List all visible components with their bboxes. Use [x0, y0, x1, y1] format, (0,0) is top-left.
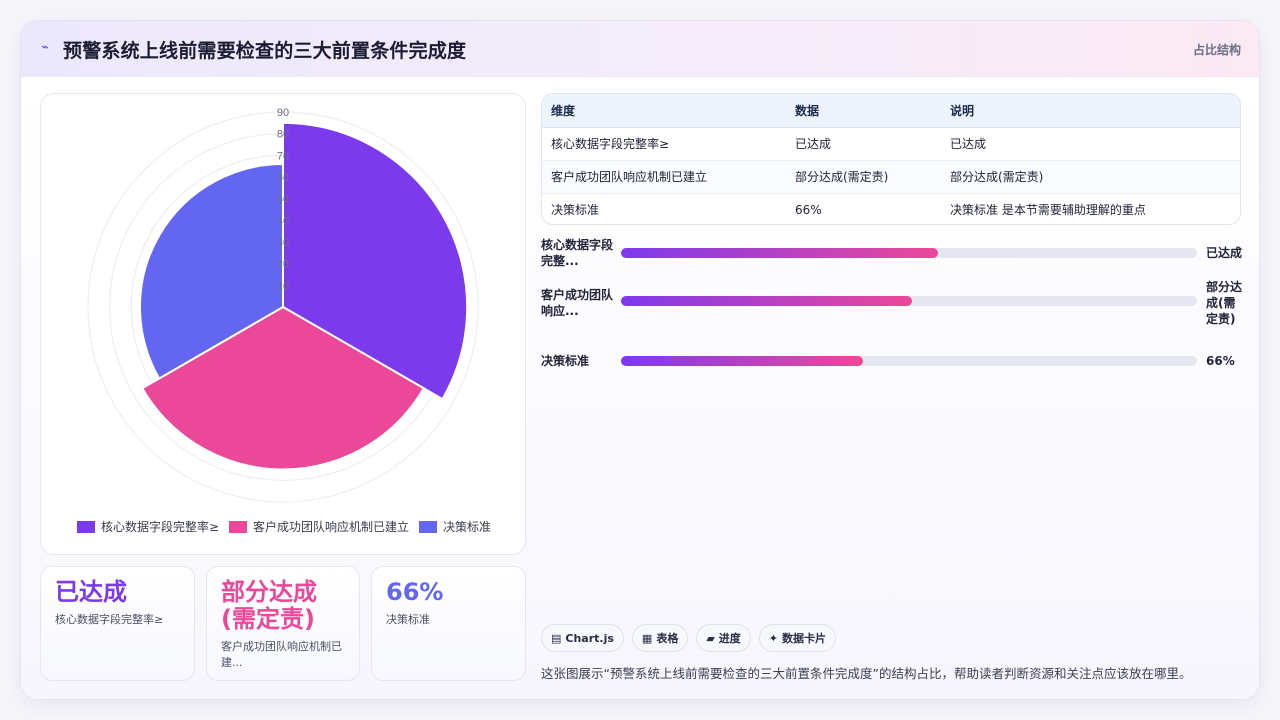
spark-icon: ⌁: [41, 40, 49, 55]
stat-label: 决策标准: [386, 613, 430, 626]
radial-tick-label: 50: [277, 194, 289, 206]
page-title: 预警系统上线前需要检查的三大前置条件完成度: [63, 40, 467, 62]
progress-fill: [621, 356, 863, 366]
radial-tick-label: 20: [277, 259, 289, 271]
legend-item-3[interactable]: 决策标准: [419, 518, 491, 535]
progress-label: 客户成功团队响应...: [541, 288, 614, 318]
chip-table[interactable]: ▦ 表格: [631, 624, 689, 652]
legend-item-1[interactable]: 核心数据字段完整率≥: [76, 518, 220, 535]
chip-label: 进度: [718, 632, 741, 645]
progress-track: [621, 248, 1197, 258]
table-row: 决策标准 66% 决策标准 是本节需要辅助理解的重点: [542, 193, 1240, 224]
progress-value: 66%: [1206, 354, 1235, 368]
dashboard-card: ⌁ 预警系统上线前需要检查的三大前置条件完成度 占比结构 10 20 30 40 50 6…: [20, 20, 1260, 700]
radial-tick-label: 40: [277, 215, 289, 227]
radial-tick-label: 10: [277, 280, 289, 292]
stat-value: 已达成: [55, 578, 127, 606]
legend-label: 决策标准: [443, 520, 492, 534]
chip-label: 数据卡片: [782, 632, 827, 645]
polar-chart-panel: 10 20 30 40 50 60 70 80 90 核心数据字段完整率≥ 客户成功团队响应机制…: [40, 93, 526, 555]
legend-swatch: [229, 520, 248, 533]
table-row: 客户成功团队响应机制已建立 部分达成(需定责) 部分达成(需定责): [542, 160, 1240, 194]
table-header-row: 维度 数据 说明: [542, 94, 1240, 128]
feature-chips: ▤ Chart.js ▦ 表格 ▰ 进度 ✦ 数据卡片: [541, 624, 837, 652]
data-table: 维度 数据 说明 核心数据字段完整率≥ 已达成 已达成 客户成功团队响应机制已建…: [541, 93, 1241, 225]
table-cell: 决策标准 是本节需要辅助理解的重点: [950, 203, 1146, 218]
chart-type-tag: 占比结构: [1192, 43, 1241, 57]
stat-value: 部分达成(需定责): [221, 578, 317, 633]
chart-icon: ▤: [551, 631, 562, 645]
progress-value: 已达成: [1206, 246, 1243, 260]
progress-fill: [621, 296, 912, 306]
sparkle-icon: ✦: [768, 631, 779, 645]
legend-item-2[interactable]: 客户成功团队响应机制已建立: [229, 518, 409, 535]
stat-value: 66%: [386, 578, 444, 606]
radial-tick-label: 60: [277, 172, 289, 184]
chip-label: Chart.js: [565, 631, 614, 645]
radial-tick-label: 90: [277, 107, 289, 119]
stat-label: 核心数据字段完整率≥: [55, 613, 164, 626]
table-icon: ▦: [641, 631, 653, 645]
polar-area-chart[interactable]: 10 20 30 40 50 60 70 80 90: [41, 94, 527, 514]
table-cell: 66%: [795, 202, 822, 217]
progress-track: [621, 296, 1197, 306]
table-cell: 已达成: [786, 127, 941, 161]
radial-tick-label: 80: [277, 129, 289, 141]
table-cell: 核心数据字段完整率≥: [542, 127, 786, 161]
progress-value: 部分达成(需定责): [1206, 280, 1243, 326]
table-row: 核心数据字段完整率≥ 已达成 已达成: [542, 127, 1240, 161]
progress-fill: [621, 248, 938, 258]
table-cell: 客户成功团队响应机制已建立: [542, 160, 786, 194]
radial-tick-label: 30: [277, 237, 289, 249]
legend-label: 客户成功团队响应机制已建立: [253, 520, 410, 534]
stat-card-3: 66% 决策标准: [371, 566, 526, 681]
legend-swatch: [419, 520, 438, 533]
table-cell: 决策标准: [551, 203, 600, 218]
chip-data-cards[interactable]: ✦ 数据卡片: [758, 624, 837, 652]
chart-legend: 核心数据字段完整率≥ 客户成功团队响应机制已建立 决策标准: [41, 518, 527, 535]
stat-label: 客户成功团队响应机制已建...: [221, 640, 342, 669]
progress-label: 决策标准: [541, 354, 590, 368]
table-cell: 部分达成(需定责): [786, 160, 941, 194]
progress-label: 核心数据字段完整...: [541, 238, 614, 268]
table-cell: 部分达成(需定责): [941, 160, 1240, 194]
legend-swatch: [76, 520, 95, 533]
progress-icon: ▰: [706, 631, 715, 645]
stat-card-2: 部分达成(需定责) 客户成功团队响应机制已建...: [206, 566, 360, 681]
radial-tick-label: 70: [277, 150, 289, 162]
column-header: 说明: [941, 94, 1240, 128]
chip-chartjs[interactable]: ▤ Chart.js: [541, 624, 624, 652]
table-cell: 已达成: [941, 127, 1240, 161]
legend-label: 核心数据字段完整率≥: [100, 520, 220, 534]
column-header: 维度: [542, 94, 786, 128]
column-header: 数据: [786, 94, 941, 128]
progress-track: [621, 356, 1197, 366]
stat-card-1: 已达成 核心数据字段完整率≥: [40, 566, 195, 681]
chart-caption: 这张图展示“预警系统上线前需要检查的三大前置条件完成度”的结构占比，帮助读者判断…: [541, 666, 1192, 681]
chip-progress[interactable]: ▰ 进度: [696, 624, 751, 652]
chip-label: 表格: [656, 632, 679, 645]
header-bar: ⌁ 预警系统上线前需要检查的三大前置条件完成度 占比结构: [21, 21, 1259, 77]
